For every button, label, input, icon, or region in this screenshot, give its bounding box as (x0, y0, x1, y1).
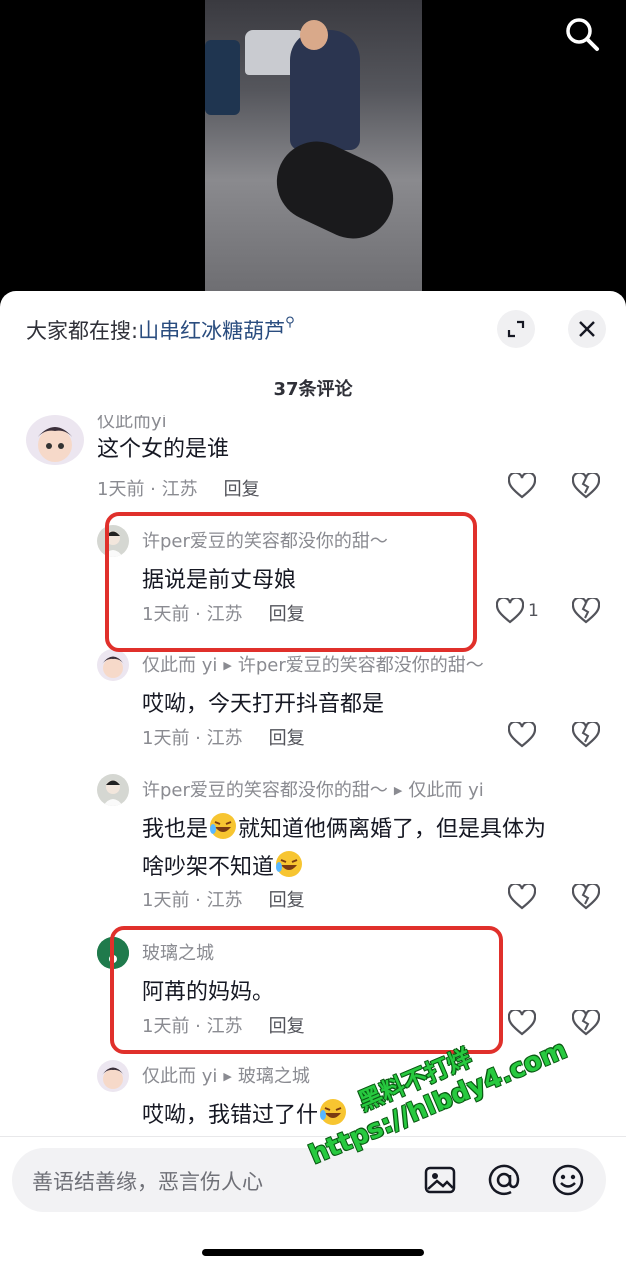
magnifier-icon: ⚲ (285, 315, 295, 330)
laughing-emoji-icon (210, 813, 237, 839)
video-player[interactable] (0, 0, 626, 300)
reply-button[interactable]: 回复 (269, 728, 305, 749)
heart-icon[interactable] (508, 473, 536, 499)
reply-arrow-icon: ▶ (223, 1070, 232, 1083)
reply-target[interactable]: 仅此而 yi (408, 780, 483, 801)
comment-username: 许per爱豆的笑容都没你的甜～ ▶ 仅此而 yi (142, 776, 484, 802)
broken-heart-icon[interactable] (572, 598, 600, 624)
comment-text-part: 啥吵架不知道 (142, 855, 275, 880)
avatar[interactable] (97, 1060, 129, 1092)
comment-username: 仅此而 yi ▶ 许per爱豆的笑容都没你的甜～ (142, 651, 484, 677)
comment-time: 1天前 · 江苏 (142, 890, 243, 911)
broken-heart-icon[interactable] (572, 884, 600, 910)
mention-icon[interactable] (486, 1162, 522, 1198)
comment-text-part: 哎呦，我错过了什 (142, 1103, 319, 1128)
avatar[interactable] (26, 415, 84, 465)
reply-arrow-icon: ▶ (393, 784, 403, 797)
comments-panel: 大家都在搜:山串红冰糖葫芦⚲ 37条评论 仅此而yi 这个女的是谁 1天前 · … (0, 291, 626, 1280)
comment-meta: 1天前 · 江苏 回复 (97, 475, 260, 501)
laughing-emoji-icon (320, 1099, 347, 1125)
hot-search-prefix: 大家都在搜: (26, 319, 139, 343)
laughing-emoji-icon (276, 851, 303, 877)
image-icon[interactable] (422, 1162, 458, 1198)
comment-text: 哎呦，今天打开抖音都是 (142, 692, 385, 717)
broken-heart-icon[interactable] (572, 473, 600, 499)
comment-time: 1天前 · 江苏 (142, 728, 243, 749)
reply-author[interactable]: 仅此而 yi (142, 655, 217, 676)
like-button[interactable]: 1 (496, 598, 539, 624)
close-button[interactable] (568, 310, 606, 348)
reply-author[interactable]: 许per爱豆的笑容都没你的甜～ (142, 780, 388, 801)
comment-text: 我也是 就知道他俩离婚了，但是具体为啥吵架不知道 (142, 811, 602, 887)
highlight-box (110, 926, 503, 1054)
comment-text-part: 我也是 (142, 817, 209, 842)
hot-search-keyword[interactable]: 山串红冰糖葫芦 (138, 319, 285, 343)
comment-meta: 1天前 · 江苏 回复 (142, 724, 305, 750)
video-woman (263, 128, 407, 252)
reply-author[interactable]: 仅此而 yi (142, 1066, 217, 1087)
reply-target[interactable]: 玻璃之城 (238, 1066, 310, 1087)
reply-button[interactable]: 回复 (269, 890, 305, 911)
like-count: 1 (528, 601, 539, 621)
broken-heart-icon[interactable] (572, 722, 600, 748)
highlight-box (105, 512, 477, 652)
heart-icon[interactable] (508, 722, 536, 748)
comment-meta: 1天前 · 江苏 回复 (142, 886, 305, 912)
comment-text: 哎呦，我错过了什 (142, 1097, 348, 1135)
close-icon (579, 321, 595, 337)
comment-input-placeholder[interactable]: 善语结善缘，恶言伤人心 (32, 1166, 263, 1196)
hot-search[interactable]: 大家都在搜:山串红冰糖葫芦⚲ (26, 315, 295, 345)
divider (0, 1136, 626, 1137)
reply-target[interactable]: 许per爱豆的笑容都没你的甜～ (238, 655, 484, 676)
comment-input-bar[interactable]: 善语结善缘，恶言伤人心 (12, 1148, 606, 1212)
reply-button[interactable]: 回复 (224, 479, 260, 500)
avatar[interactable] (97, 649, 129, 681)
broken-heart-icon[interactable] (572, 1010, 600, 1036)
comment-count: 37条评论 (273, 379, 353, 400)
video-frame (205, 0, 422, 300)
expand-button[interactable] (497, 310, 535, 348)
video-man-head (300, 20, 328, 50)
comment-username: 仅此而 yi ▶ 玻璃之城 (142, 1062, 310, 1088)
emoji-icon[interactable] (550, 1162, 586, 1198)
expand-icon (507, 320, 525, 338)
video-man (290, 30, 360, 150)
home-indicator (202, 1249, 424, 1256)
comment-text-part: 就知道他俩离婚了，但是具体为 (238, 817, 547, 842)
reply-arrow-icon: ▶ (223, 659, 232, 672)
comment-time: 1天前 · 江苏 (97, 479, 198, 500)
video-scooter (205, 40, 240, 115)
avatar[interactable] (97, 774, 129, 806)
heart-icon (496, 598, 524, 624)
comment-text: 这个女的是谁 (97, 437, 230, 462)
search-icon[interactable] (562, 14, 602, 54)
comment-list[interactable]: 仅此而yi 这个女的是谁 1天前 · 江苏 回复 许per爱豆的笑容都没你的甜～ … (0, 415, 626, 1135)
heart-icon[interactable] (508, 1010, 536, 1036)
heart-icon[interactable] (508, 884, 536, 910)
